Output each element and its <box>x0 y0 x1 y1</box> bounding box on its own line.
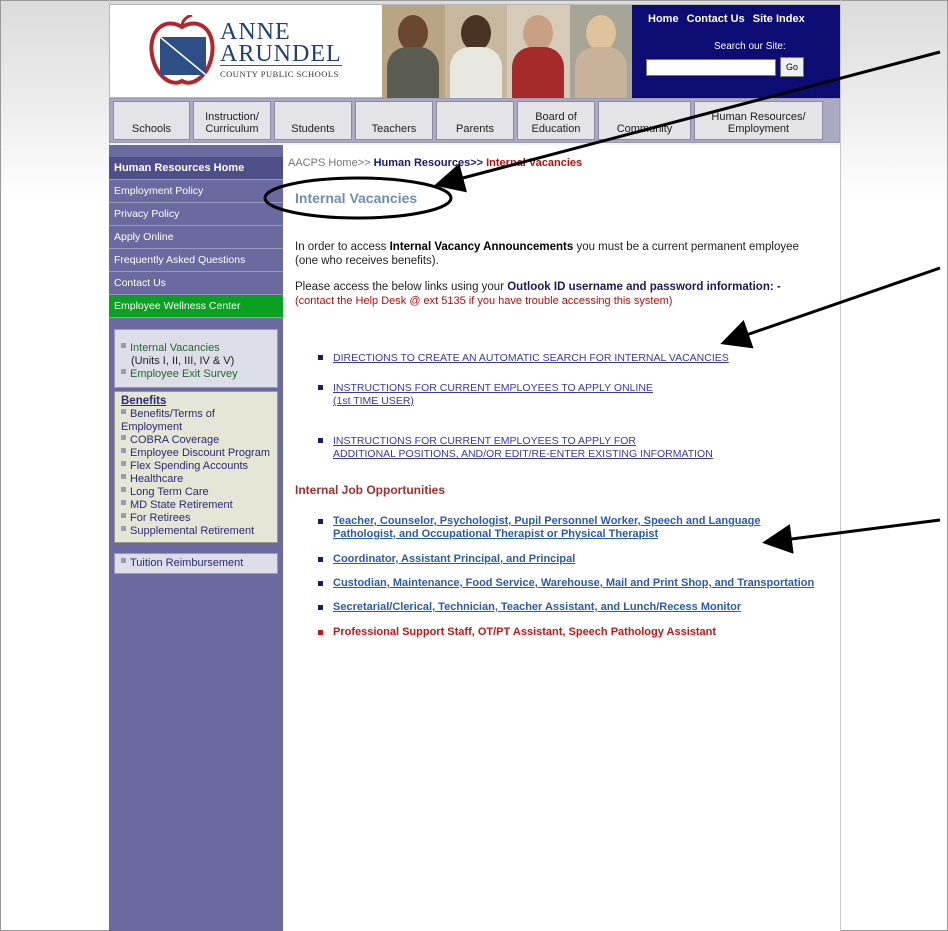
job-link-coordinator-principal[interactable]: Coordinator, Assistant Principal, and Pr… <box>333 553 575 566</box>
benefits-link-healthcare[interactable]: Healthcare <box>121 473 273 486</box>
sidebar-item-apply-online[interactable]: Apply Online <box>109 226 283 249</box>
top-link-site-index[interactable]: Site Index <box>753 13 805 25</box>
logo-text-county: COUNTY PUBLIC SCHOOLS <box>220 69 339 79</box>
access-text: Please access the below links using your… <box>295 281 781 293</box>
internal-job-opportunities-heading: Internal Job Opportunities <box>295 483 446 497</box>
benefits-link-long-term-care[interactable]: Long Term Care <box>121 486 273 499</box>
sidebar-vacancies-box: Internal Vacancies (Units I, II, III, IV… <box>114 329 278 388</box>
site-header: ANNE ARUNDEL COUNTY PUBLIC SCHOOLS Home … <box>109 4 840 98</box>
photo-student <box>507 5 570 98</box>
photo-teacher-woman <box>444 5 507 98</box>
apple-logo-icon <box>149 15 215 85</box>
job-link-custodian-maintenance[interactable]: Custodian, Maintenance, Food Service, Wa… <box>333 577 814 590</box>
sidebar-item-employment-policy[interactable]: Employment Policy <box>109 180 283 203</box>
breadcrumb: AACPS Home>> Human Resources>> Internal … <box>288 157 582 169</box>
logo-text-anne: ANNE <box>220 19 291 45</box>
job-item-professional-support[interactable]: Professional Support Staff, OT/PT Assist… <box>333 626 716 639</box>
tab-students[interactable]: Students <box>274 101 352 140</box>
benefits-link-flex[interactable]: Flex Spending Accounts <box>121 460 273 473</box>
tab-teachers[interactable]: Teachers <box>355 101 433 140</box>
bullet-icon <box>318 385 323 390</box>
breadcrumb-current: Internal Vacancies <box>486 157 583 169</box>
benefits-link-md-retirement[interactable]: MD State Retirement <box>121 499 273 512</box>
page-title: Internal Vacancies <box>295 190 418 206</box>
top-link-home[interactable]: Home <box>648 13 679 25</box>
right-edge-rule <box>840 0 841 931</box>
tab-human-resources-employment[interactable]: Human Resources/Employment <box>694 101 823 140</box>
sidebar-item-wellness-center[interactable]: Employee Wellness Center <box>109 295 283 318</box>
breadcrumb-hr[interactable]: Human Resources>> <box>374 157 483 169</box>
sidebar-link-exit-survey[interactable]: Employee Exit Survey <box>121 368 273 381</box>
photo-teacher-man <box>382 5 445 98</box>
link-apply-online-first-time[interactable]: INSTRUCTIONS FOR CURRENT EMPLOYEES TO AP… <box>333 382 653 408</box>
benefits-link-discount[interactable]: Employee Discount Program <box>121 447 273 460</box>
sidebar-item-hr-home[interactable]: Human Resources Home <box>109 157 283 180</box>
top-links: Home Contact Us Site Index <box>648 13 810 25</box>
job-link-teacher-counselor[interactable]: Teacher, Counselor, Psychologist, Pupil … <box>333 515 761 541</box>
intro-text: In order to access Internal Vacancy Anno… <box>295 241 799 267</box>
bullet-icon <box>318 605 323 610</box>
bullet-icon <box>121 343 126 348</box>
breadcrumb-home[interactable]: AACPS Home>> <box>288 157 371 169</box>
bullet-icon <box>318 438 323 443</box>
sidebar-item-faq[interactable]: Frequently Asked Questions <box>109 249 283 272</box>
link-automatic-search-directions[interactable]: DIRECTIONS TO CREATE AN AUTOMATIC SEARCH… <box>333 352 729 365</box>
benefits-link-cobra[interactable]: COBRA Coverage <box>121 434 273 447</box>
benefits-link-terms[interactable]: Benefits/Terms of Employment <box>121 408 273 434</box>
search-label: Search our Site: <box>714 41 786 52</box>
main-content: AACPS Home>> Human Resources>> Internal … <box>283 145 840 931</box>
bullet-icon <box>318 630 323 635</box>
bullet-icon <box>318 557 323 562</box>
tab-schools[interactable]: Schools <box>113 101 190 140</box>
aacps-logo[interactable]: ANNE ARUNDEL COUNTY PUBLIC SCHOOLS <box>140 11 370 93</box>
sidebar-link-tuition[interactable]: Tuition Reimbursement <box>121 557 273 570</box>
photo-woman <box>569 5 632 98</box>
search-go-button[interactable]: Go <box>780 57 804 77</box>
benefits-link-retirees[interactable]: For Retirees <box>121 512 273 525</box>
tab-board-of-education[interactable]: Board of Education <box>517 101 595 140</box>
sidebar-link-internal-vacancies[interactable]: Internal Vacancies <box>121 342 273 355</box>
bullet-icon <box>318 355 323 360</box>
bullet-icon <box>318 581 323 586</box>
benefits-heading[interactable]: Benefits <box>121 395 273 408</box>
bullet-icon <box>121 369 126 374</box>
link-apply-additional-positions[interactable]: INSTRUCTIONS FOR CURRENT EMPLOYEES TO AP… <box>333 435 713 461</box>
tab-community[interactable]: Community <box>598 101 691 140</box>
sidebar: Human Resources Home Employment Policy P… <box>109 145 283 931</box>
bullet-icon <box>318 519 323 524</box>
tab-instruction-curriculum[interactable]: Instruction/Curriculum <box>193 101 271 140</box>
site-search-input[interactable] <box>646 59 776 76</box>
sidebar-item-privacy-policy[interactable]: Privacy Policy <box>109 203 283 226</box>
job-link-secretarial-clerical[interactable]: Secretarial/Clerical, Technician, Teache… <box>333 601 741 614</box>
help-desk-text: (contact the Help Desk @ ext 5135 if you… <box>295 295 673 307</box>
tab-parents[interactable]: Parents <box>436 101 514 140</box>
sidebar-item-contact-us[interactable]: Contact Us <box>109 272 283 295</box>
top-link-contact-us[interactable]: Contact Us <box>687 13 745 25</box>
sidebar-benefits-box: Benefits Benefits/Terms of Employment CO… <box>114 391 278 543</box>
sidebar-units-text: (Units I, II, III, IV & V) <box>131 355 235 367</box>
main-nav: Schools Instruction/Curriculum Students … <box>109 98 840 143</box>
header-photo-banner <box>382 5 632 98</box>
sidebar-tuition-box: Tuition Reimbursement <box>114 553 278 574</box>
top-utility-box: Home Contact Us Site Index Search our Si… <box>632 5 840 98</box>
benefits-link-supplemental[interactable]: Supplemental Retirement <box>121 525 273 538</box>
logo-text-arundel: ARUNDEL <box>220 41 342 67</box>
